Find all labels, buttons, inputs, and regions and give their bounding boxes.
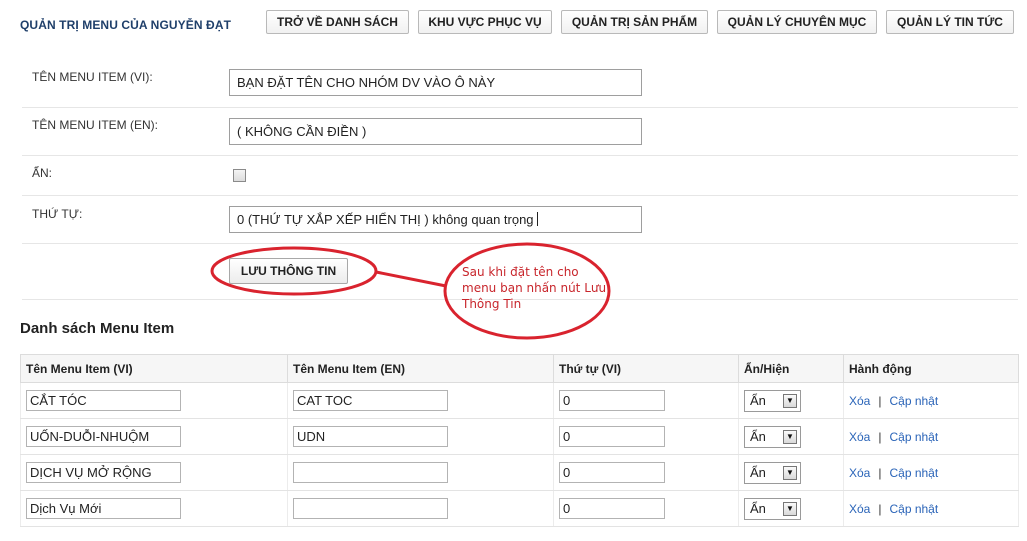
table-row: UỐN-DUỖI-NHUỘM UDN 0 Ẩn ▼ Xóa | Cập nhật (20, 418, 1019, 455)
column-header-actions: Hành động (843, 354, 1019, 383)
row-name-en-input[interactable]: CAT TOC (293, 390, 448, 411)
row-order-input[interactable]: 0 (559, 498, 665, 519)
list-title: Danh sách Menu Item (20, 320, 175, 337)
hidden-checkbox[interactable] (233, 169, 246, 182)
table-row: DỊCH VỤ MỞ RỘNG 0 Ẩn ▼ Xóa | Cập nhật (20, 454, 1019, 491)
row-delete-link[interactable]: Xóa (849, 394, 870, 408)
row-order-input[interactable]: 0 (559, 426, 665, 447)
order-input[interactable]: 0 (THỨ TỰ XẮP XẾP HIỂN THỊ ) không quan … (229, 206, 642, 233)
callout-text: Sau khi đặt tên cho menu bạn nhấn nút Lư… (462, 265, 607, 311)
row-update-link[interactable]: Cập nhật (889, 394, 938, 408)
column-header-name-en: Tên Menu Item (EN) (287, 354, 554, 383)
menu-items-table: Tên Menu Item (VI) Tên Menu Item (EN) Th… (20, 354, 1019, 527)
hidden-label: ẨN: (32, 166, 53, 180)
row-name-en-input[interactable]: UDN (293, 426, 448, 447)
table-row: CẮT TÓC CAT TOC 0 Ẩn ▼ Xóa | Cập nhật (20, 382, 1019, 419)
row-name-en-input[interactable] (293, 462, 448, 483)
row-name-vi-input[interactable]: CẮT TÓC (26, 390, 181, 411)
row-name-vi-input[interactable]: Dịch Vụ Mới (26, 498, 181, 519)
row-visibility-value: Ẩn (750, 393, 766, 408)
row-name-en-input[interactable] (293, 498, 448, 519)
table-row: Dịch Vụ Mới 0 Ẩn ▼ Xóa | Cập nhật (20, 490, 1019, 527)
action-separator: | (878, 393, 882, 408)
column-header-order: Thứ tự (VI) (553, 354, 739, 383)
row-delete-link[interactable]: Xóa (849, 430, 870, 444)
row-delete-link[interactable]: Xóa (849, 466, 870, 480)
row-visibility-select[interactable]: Ẩn ▼ (744, 497, 801, 520)
dropdown-arrow-icon: ▼ (783, 501, 797, 516)
callout-connector (375, 270, 447, 288)
row-update-link[interactable]: Cập nhật (889, 502, 938, 516)
row-order-input[interactable]: 0 (559, 390, 665, 411)
text-cursor (536, 212, 538, 226)
row-update-link[interactable]: Cập nhật (889, 466, 938, 480)
action-separator: | (878, 465, 882, 480)
product-admin-button[interactable]: QUẢN TRỊ SẢN PHẨM (561, 10, 708, 34)
row-visibility-value: Ẩn (750, 429, 766, 444)
save-button[interactable]: LƯU THÔNG TIN (229, 258, 348, 284)
form-divider (22, 155, 1018, 156)
table-header-row: Tên Menu Item (VI) Tên Menu Item (EN) Th… (20, 354, 1019, 383)
row-update-link[interactable]: Cập nhật (889, 430, 938, 444)
dropdown-arrow-icon: ▼ (783, 393, 797, 408)
form-divider (22, 195, 1018, 196)
service-area-button[interactable]: KHU VỰC PHỤC VỤ (418, 10, 552, 34)
name-en-label: TÊN MENU ITEM (EN): (32, 118, 158, 132)
row-delete-link[interactable]: Xóa (849, 502, 870, 516)
row-visibility-value: Ẩn (750, 465, 766, 480)
column-header-name-vi: Tên Menu Item (VI) (20, 354, 288, 383)
form-divider (22, 107, 1018, 108)
name-vi-input[interactable]: BẠN ĐẶT TÊN CHO NHÓM DV VÀO Ô NÀY (229, 69, 642, 96)
dropdown-arrow-icon: ▼ (783, 465, 797, 480)
dropdown-arrow-icon: ▼ (783, 429, 797, 444)
row-order-input[interactable]: 0 (559, 462, 665, 483)
row-visibility-select[interactable]: Ẩn ▼ (744, 389, 801, 412)
back-to-list-button[interactable]: TRỞ VỀ DANH SÁCH (266, 10, 409, 34)
row-visibility-select[interactable]: Ẩn ▼ (744, 425, 801, 448)
order-input-value: 0 (THỨ TỰ XẮP XẾP HIỂN THỊ ) không quan … (237, 212, 534, 227)
form-divider (22, 243, 1018, 244)
app-title: QUẢN TRỊ MENU CỦA NGUYỄN ĐẠT (20, 18, 232, 32)
action-separator: | (878, 501, 882, 516)
name-en-input[interactable]: ( KHÔNG CẦN ĐIỀN ) (229, 118, 642, 145)
category-admin-button[interactable]: QUẢN LÝ CHUYÊN MỤC (717, 10, 877, 34)
row-name-vi-input[interactable]: DỊCH VỤ MỞ RỘNG (26, 462, 181, 483)
news-admin-button[interactable]: QUẢN LÝ TIN TỨC (886, 10, 1014, 34)
order-label: THỨ TỰ: (32, 207, 83, 221)
action-separator: | (878, 429, 882, 444)
column-header-visibility: Ẩn/Hiện (738, 354, 844, 383)
row-visibility-select[interactable]: Ẩn ▼ (744, 461, 801, 484)
row-visibility-value: Ẩn (750, 501, 766, 516)
row-name-vi-input[interactable]: UỐN-DUỖI-NHUỘM (26, 426, 181, 447)
name-vi-label: TÊN MENU ITEM (VI): (32, 70, 153, 84)
